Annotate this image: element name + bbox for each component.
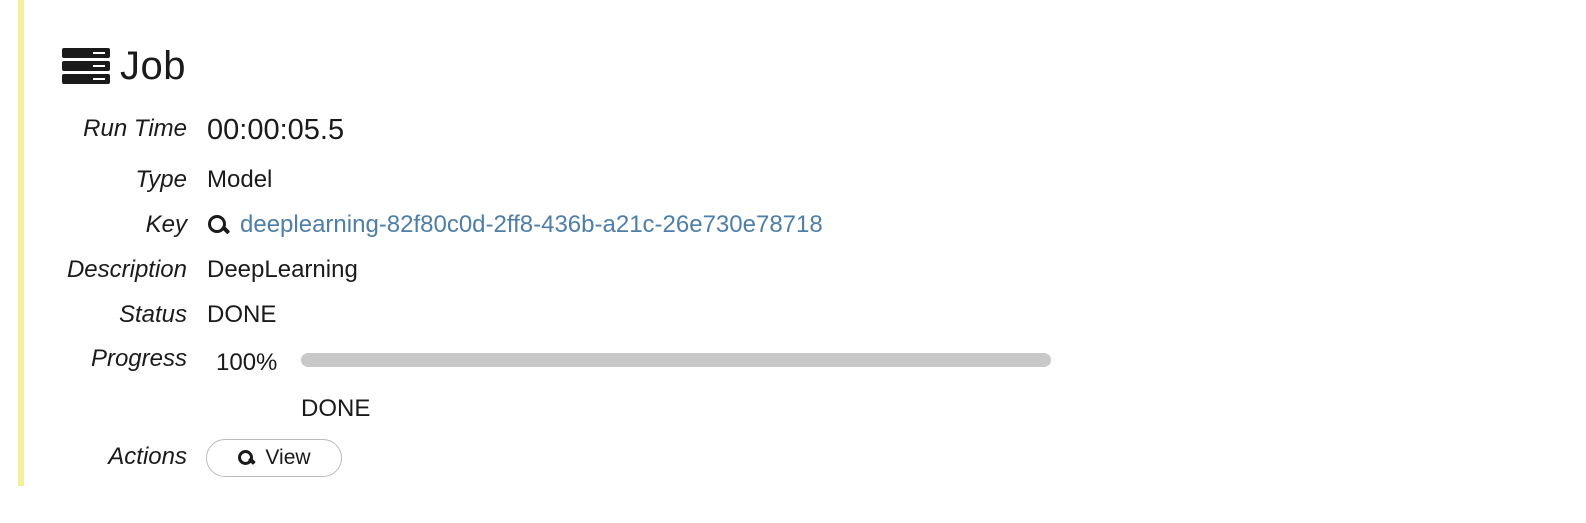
search-icon[interactable] (207, 214, 231, 236)
run-time-label: Run Time (83, 115, 187, 142)
job-key-link[interactable]: deeplearning-82f80c0d-2ff8-436b-a21c-26e… (240, 211, 823, 239)
run-time-value: 00:00:05.5 (207, 114, 345, 146)
key-label: Key (145, 211, 187, 238)
key-value: deeplearning-82f80c0d-2ff8-436b-a21c-26e… (207, 211, 823, 239)
status-value: DONE (207, 301, 277, 328)
progress-percent: 100% (216, 349, 278, 376)
job-title: Job (120, 43, 186, 88)
view-button-label: View (265, 446, 311, 469)
description-label: Description (66, 256, 187, 283)
progress-bar-fill (301, 353, 1051, 367)
search-icon (237, 449, 256, 467)
description-value: DeepLearning (207, 256, 358, 283)
progress-bar (301, 353, 1051, 367)
job-panel: Job Run Time 00:00:05.5 Type Model Key d… (0, 0, 1586, 523)
view-button[interactable]: View (206, 439, 342, 477)
type-label: Type (135, 166, 187, 193)
status-label: Status (118, 301, 187, 328)
accent-bar (18, 0, 24, 486)
job-header: Job (62, 40, 186, 92)
progress-status-text: DONE (301, 395, 371, 422)
progress-label: Progress (90, 345, 187, 372)
actions-label: Actions (108, 443, 187, 470)
type-value: Model (207, 166, 273, 193)
server-icon (62, 48, 110, 84)
